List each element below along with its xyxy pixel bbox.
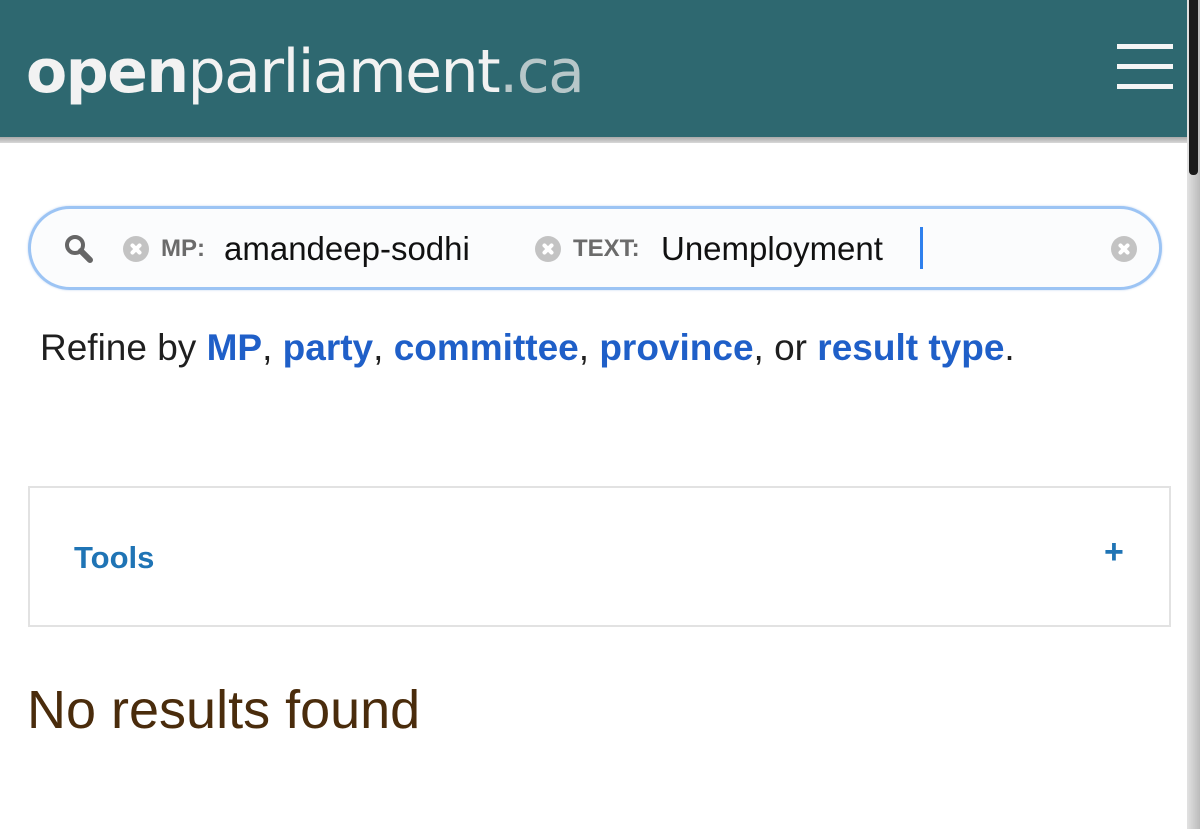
logo-open-text: open: [26, 37, 189, 107]
no-results-message: No results found: [27, 680, 421, 740]
mp-token-key: MP:: [161, 235, 205, 262]
logo-parliament-text: parliament: [187, 37, 501, 107]
remove-text-token-icon[interactable]: [535, 236, 561, 262]
tools-panel[interactable]: Tools +: [28, 486, 1171, 627]
search-icon: [65, 235, 93, 263]
refine-separator: , or: [753, 327, 818, 368]
refine-party-link[interactable]: party: [283, 327, 373, 368]
refine-separator: ,: [262, 327, 283, 368]
mp-token-value: amandeep-sodhi: [224, 230, 470, 267]
refine-suffix: .: [1004, 327, 1015, 368]
text-cursor: [920, 227, 923, 269]
header-divider: [0, 137, 1200, 143]
refine-committee-link[interactable]: committee: [394, 327, 579, 368]
site-header: openparliament.ca: [0, 0, 1200, 137]
expand-plus-icon[interactable]: +: [1104, 532, 1124, 572]
text-token-key: TEXT:: [573, 235, 640, 262]
refine-province-link[interactable]: province: [599, 327, 753, 368]
refine-separator: ,: [578, 327, 600, 368]
tools-label[interactable]: Tools: [74, 538, 154, 578]
text-token-value: Unemployment: [661, 230, 883, 267]
clear-icon[interactable]: [1111, 236, 1137, 262]
refine-prefix: Refine by: [40, 327, 207, 368]
refine-mp-link[interactable]: MP: [207, 327, 263, 368]
remove-mp-token-icon[interactable]: [123, 236, 149, 262]
hamburger-menu-icon[interactable]: [1117, 44, 1173, 90]
site-logo[interactable]: openparliament.ca: [26, 32, 585, 112]
logo-ca-text: .ca: [499, 37, 585, 107]
search-input[interactable]: MP: amandeep-sodhi TEXT: Unemployment: [28, 206, 1162, 290]
refine-result-type-link[interactable]: result type: [817, 327, 1004, 368]
refine-by-line: Refine by MP, party, committee, province…: [40, 324, 1015, 372]
scrollbar-thumb[interactable]: [1189, 0, 1198, 175]
refine-separator: ,: [373, 327, 394, 368]
